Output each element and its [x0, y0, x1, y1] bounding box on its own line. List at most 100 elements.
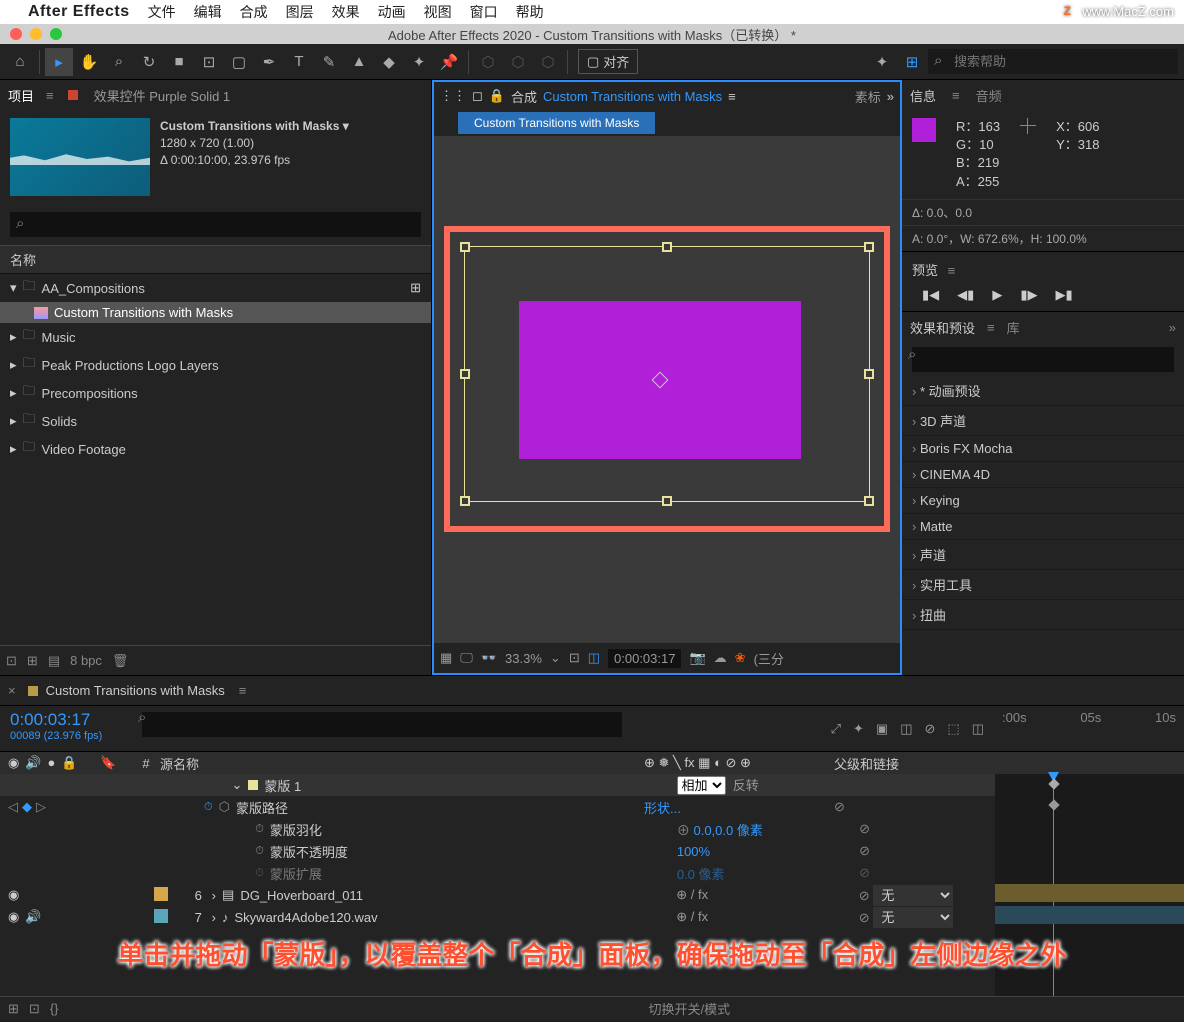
composition-viewer[interactable] [434, 136, 900, 643]
index-column[interactable]: # [132, 756, 160, 771]
workspace-icon[interactable]: ✦ [868, 48, 896, 76]
effects-search-input[interactable] [912, 347, 1174, 372]
panel-menu-icon[interactable]: ≡ [46, 88, 54, 103]
parent-column[interactable]: 父级和链接 [826, 754, 976, 773]
layer-row-6[interactable]: ◉ 6 ›▤DG_Hoverboard_011 ⊕ / fx ⊘ 无 [0, 884, 995, 906]
stopwatch-icon[interactable]: ⏱ [255, 867, 264, 880]
comp-tab-name[interactable]: Custom Transitions with Masks [543, 89, 722, 104]
layer-label[interactable] [154, 887, 168, 901]
first-frame-button[interactable]: ▮◀ [922, 287, 939, 303]
effects-panel-expand-icon[interactable]: » [1169, 320, 1176, 335]
layer-bar[interactable] [995, 906, 1184, 924]
menu-window[interactable]: 窗口 [470, 2, 498, 22]
tl-tool-1[interactable]: ⤢ [831, 721, 841, 737]
folder-video-footage[interactable]: ▸🗀Video Footage [0, 435, 431, 463]
comp-breadcrumb[interactable]: Custom Transitions with Masks [458, 112, 655, 134]
brush-tool[interactable]: ✎ [315, 48, 343, 76]
mask-handle[interactable] [864, 242, 874, 252]
orbit-tool[interactable]: ↻ [135, 48, 163, 76]
menu-composition[interactable]: 合成 [240, 2, 268, 22]
purple-solid-layer[interactable] [519, 301, 801, 459]
tl-footer-icon-1[interactable]: ⊞ [8, 1001, 19, 1017]
mask-handle[interactable] [460, 369, 470, 379]
mask-handle[interactable] [662, 496, 672, 506]
toggle-switches-modes[interactable]: 切换开关/模式 [649, 999, 731, 1018]
zoom-level[interactable]: 33.3% [505, 651, 542, 666]
mask-handle[interactable] [864, 369, 874, 379]
color-mgmt-icon[interactable]: ❀ [735, 650, 746, 666]
lock-column-icon[interactable]: 🔒 [61, 755, 77, 771]
effect-category[interactable]: 扭曲 [902, 600, 1184, 630]
effect-category[interactable]: Matte [902, 514, 1184, 540]
stopwatch-icon[interactable]: ⏱ [255, 845, 264, 858]
snapshot-icon[interactable]: 📷 [689, 650, 705, 666]
search-help-input[interactable] [928, 49, 1178, 74]
mask-opacity-row[interactable]: ⏱蒙版不透明度 100% ⊘ [0, 840, 995, 862]
visibility-toggle[interactable]: ◉ [8, 887, 19, 903]
effect-category[interactable]: Boris FX Mocha [902, 436, 1184, 462]
effect-category[interactable]: 实用工具 [902, 570, 1184, 600]
clone-tool[interactable]: ▲ [345, 48, 373, 76]
tl-tool-6[interactable]: ⬚ [947, 721, 959, 737]
home-button[interactable]: ⌂ [6, 48, 34, 76]
mask-path-row[interactable]: ◁◆▷ ⏱⬡蒙版路径 形状... ⊘ [0, 796, 995, 818]
puppet-tool[interactable]: 📌 [435, 48, 463, 76]
channel-icon[interactable]: ☁ [714, 650, 727, 666]
selection-tool[interactable]: ▸ [45, 48, 73, 76]
mask-handle[interactable] [864, 496, 874, 506]
mask-feather-row[interactable]: ⏱蒙版羽化 ⊕ 0.0,0.0 像素 ⊘ [0, 818, 995, 840]
resolution-dropdown[interactable]: (三分 [754, 649, 784, 668]
folder-aa-compositions[interactable]: ▾🗀AA_Compositions⊞ [0, 274, 431, 302]
mask-row[interactable]: ⌄蒙版 1 相加 反转 [0, 774, 995, 796]
library-tab[interactable]: 库 [1007, 318, 1020, 337]
audio-tab[interactable]: 音频 [976, 86, 1002, 105]
tl-footer-icon-2[interactable]: ⊡ [29, 1001, 40, 1017]
switches-column[interactable]: ⊕ ❅ ╲ fx ▦ ◐ ⊘ ⊕ [636, 755, 826, 771]
preview-tab[interactable]: 预览 [912, 263, 938, 278]
tl-tool-4[interactable]: ◫ [900, 721, 912, 737]
tl-footer-icon-3[interactable]: {} [50, 1001, 59, 1016]
zoom-tool[interactable]: ⌕ [105, 48, 133, 76]
eraser-tool[interactable]: ◆ [375, 48, 403, 76]
pen-tool[interactable]: ✒ [255, 48, 283, 76]
effects-panel-menu-icon[interactable]: ≡ [987, 320, 995, 335]
prev-frame-button[interactable]: ◀▮ [957, 287, 974, 303]
tl-tool-5[interactable]: ⊘ [925, 721, 936, 737]
bpc-label[interactable]: 8 bpc [70, 653, 102, 668]
delete-icon[interactable]: 🗑 [112, 653, 129, 669]
project-column-name[interactable]: 名称 [0, 245, 431, 274]
mask-handle[interactable] [460, 242, 470, 252]
panel-grip-icon[interactable]: ⋮⋮ [440, 88, 466, 104]
panel-expand-icon[interactable]: » [887, 89, 894, 104]
preview-panel-menu-icon[interactable]: ≡ [948, 263, 956, 278]
folder-precompositions[interactable]: ▸🗀Precompositions [0, 379, 431, 407]
toggle-transparency-icon[interactable]: 🖵 [460, 650, 473, 666]
stopwatch-icon[interactable]: ⏱ [255, 823, 264, 836]
source-name-column[interactable]: 源名称 [160, 754, 636, 773]
effect-category[interactable]: CINEMA 4D [902, 462, 1184, 488]
label-column-icon[interactable]: 🔖 [100, 755, 116, 770]
viewer-timecode[interactable]: 0:00:03:17 [608, 649, 681, 668]
menu-animation[interactable]: 动画 [378, 2, 406, 22]
timeline-tab[interactable]: Custom Transitions with Masks [46, 683, 225, 698]
next-frame-button[interactable]: ▮▶ [1020, 287, 1037, 303]
menu-help[interactable]: 帮助 [516, 2, 544, 22]
keyframe[interactable] [1048, 778, 1059, 789]
layer-row-7[interactable]: ◉🔊 7 ›♪Skyward4Adobe120.wav ⊕ / fx ⊘ 无 [0, 906, 995, 928]
mask-handle[interactable] [662, 242, 672, 252]
comp-panel-menu-icon[interactable]: ≡ [728, 89, 736, 104]
menu-layer[interactable]: 图层 [286, 2, 314, 22]
workspace-settings-icon[interactable]: ⊞ [898, 48, 926, 76]
audio-column-icon[interactable]: 🔊 [25, 755, 41, 771]
menu-edit[interactable]: 编辑 [194, 2, 222, 22]
folder-music[interactable]: ▸🗀Music [0, 323, 431, 351]
comp-item-custom-transitions[interactable]: Custom Transitions with Masks [0, 302, 431, 323]
timeline-timecode[interactable]: 0:00:03:17 [10, 710, 122, 730]
zoom-dropdown-icon[interactable]: ⌄ [550, 650, 561, 666]
menu-file[interactable]: 文件 [148, 2, 176, 22]
stopwatch-icon[interactable]: ⏱ [204, 801, 213, 814]
comp-name[interactable]: Custom Transitions with Masks ▾ [160, 118, 349, 135]
menu-effect[interactable]: 效果 [332, 2, 360, 22]
effect-controls-tab[interactable]: 效果控件 Purple Solid 1 [92, 82, 233, 109]
keyframe[interactable] [1048, 799, 1059, 810]
